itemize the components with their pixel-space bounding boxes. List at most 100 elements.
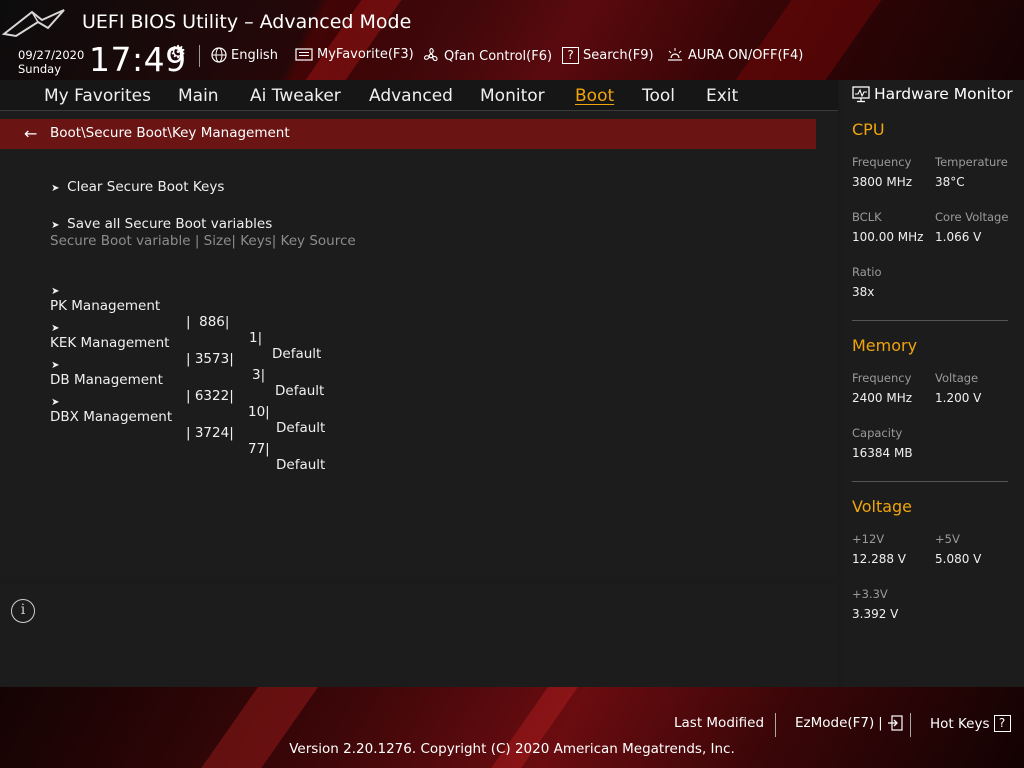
- row-source: Default: [276, 420, 326, 436]
- header-divider: [199, 45, 200, 67]
- header-decoration: [721, 0, 889, 80]
- tab-tool[interactable]: Tool: [642, 86, 675, 106]
- core-voltage-value: 1.066 V: [935, 230, 982, 244]
- cpu-frequency-label: Frequency: [852, 155, 912, 169]
- tab-advanced[interactable]: Advanced: [369, 86, 453, 106]
- breadcrumb-path: Boot\Secure Boot\Key Management: [50, 125, 290, 141]
- fan-icon: [423, 48, 438, 62]
- v5-label: +5V: [935, 532, 960, 546]
- footer-divider: [910, 713, 911, 737]
- main-content-panel: ← Boot\Secure Boot\Key Management ➤ Clear…: [0, 111, 837, 577]
- myfavorite-label: MyFavorite(F3): [317, 47, 414, 62]
- separator-bar: |: [878, 715, 883, 731]
- submenu-arrow-icon: ➤: [51, 397, 60, 408]
- submenu-arrow-icon: ➤: [51, 323, 60, 334]
- favorite-list-icon: [295, 47, 313, 61]
- cpu-frequency-value: 3800 MHz: [852, 175, 913, 189]
- memory-heading: Memory: [852, 336, 918, 355]
- core-voltage-label: Core Voltage: [935, 210, 1009, 224]
- app-title: UEFI BIOS Utility – Advanced Mode: [82, 11, 412, 33]
- tab-exit[interactable]: Exit: [706, 86, 738, 106]
- top-header: UEFI BIOS Utility – Advanced Mode 09/27/…: [0, 0, 1024, 80]
- bclk-value: 100.00 MHz: [852, 230, 924, 244]
- v33-label: +3.3V: [852, 587, 888, 601]
- v12-label: +12V: [852, 532, 885, 546]
- hardware-monitor-title: Hardware Monitor: [852, 85, 1013, 103]
- bottom-footer: Last Modified EzMode(F7) | Hot Keys ? Ve…: [0, 687, 1024, 768]
- hot-keys-label: Hot Keys: [930, 715, 990, 732]
- info-icon: i: [11, 599, 35, 623]
- main-nav-tabs: My Favorites Main Ai Tweaker Advanced Mo…: [0, 80, 838, 111]
- date-display: 09/27/2020: [18, 48, 85, 62]
- aura-light-icon: [668, 48, 682, 61]
- hot-keys-button[interactable]: Hot Keys ?: [930, 715, 1011, 732]
- qfan-label: Qfan Control(F6): [444, 48, 553, 64]
- row-keys: 10|: [248, 404, 270, 420]
- memory-capacity-value: 16384 MB: [852, 446, 913, 460]
- v5-value: 5.080 V: [935, 552, 982, 566]
- v12-value: 12.288 V: [852, 552, 907, 566]
- monitor-icon: [852, 85, 870, 102]
- voltage-heading: Voltage: [852, 497, 913, 516]
- row-source: Default: [276, 457, 326, 473]
- menu-item-label: Save all Secure Boot variables: [67, 216, 273, 232]
- ratio-value: 38x: [852, 285, 875, 299]
- row-keys: 77|: [248, 441, 270, 457]
- rog-logo-icon: [2, 9, 65, 38]
- row-name: DBX Management: [50, 409, 173, 425]
- aura-label: AURA ON/OFF(F4): [688, 47, 804, 63]
- globe-icon: [211, 47, 227, 63]
- v33-value: 3.392 V: [852, 607, 899, 621]
- kek-management-row[interactable]: ➤ KEK Management | 3573| 3| Default: [34, 303, 454, 399]
- language-label: English: [231, 47, 278, 63]
- help-description-panel: i: [0, 584, 837, 687]
- row-size: | 3724|: [186, 425, 234, 441]
- db-management-row[interactable]: ➤ DB Management | 6322| 10| Default: [34, 340, 454, 436]
- language-button[interactable]: English: [211, 47, 278, 63]
- search-help-icon: ?: [562, 47, 579, 64]
- section-divider: [852, 320, 1008, 321]
- settings-gear-icon[interactable]: ⚙: [170, 42, 186, 63]
- aura-toggle-button[interactable]: AURA ON/OFF(F4): [666, 47, 803, 63]
- day-display: Sunday: [18, 62, 62, 76]
- tab-monitor[interactable]: Monitor: [480, 86, 545, 106]
- back-arrow-icon[interactable]: ←: [24, 124, 37, 143]
- bclk-label: BCLK: [852, 210, 882, 224]
- dbx-management-row[interactable]: ➤ DBX Management | 3724| 77| Default: [34, 377, 454, 473]
- submenu-arrow-icon: ➤: [51, 360, 60, 371]
- hardware-monitor-panel: Hardware Monitor CPU Frequency Temperatu…: [844, 80, 1024, 687]
- exit-to-ezmode-icon: [887, 715, 903, 731]
- submenu-arrow-icon: ➤: [51, 220, 60, 231]
- section-divider: [852, 481, 1008, 482]
- submenu-arrow-icon: ➤: [51, 286, 60, 297]
- ezmode-label: EzMode(F7): [795, 715, 875, 731]
- cpu-heading: CPU: [852, 120, 885, 139]
- tab-my-favorites[interactable]: My Favorites: [44, 86, 151, 106]
- last-modified-label: Last Modified: [674, 715, 765, 731]
- hardware-monitor-label: Hardware Monitor: [874, 85, 1013, 103]
- tab-boot[interactable]: Boot: [575, 86, 614, 106]
- breadcrumb[interactable]: ← Boot\Secure Boot\Key Management: [0, 119, 816, 149]
- memory-frequency-value: 2400 MHz: [852, 391, 913, 405]
- menu-item-label: Clear Secure Boot Keys: [67, 179, 225, 195]
- memory-voltage-label: Voltage: [935, 371, 979, 385]
- pk-management-row[interactable]: ➤ PK Management | 886| 1| Default: [34, 266, 454, 362]
- search-button[interactable]: ? Search(F9): [562, 47, 654, 64]
- tab-ai-tweaker[interactable]: Ai Tweaker: [250, 86, 341, 106]
- cpu-temperature-value: 38°C: [935, 175, 965, 189]
- memory-frequency-label: Frequency: [852, 371, 912, 385]
- submenu-arrow-icon: ➤: [51, 183, 60, 194]
- ezmode-button[interactable]: EzMode(F7) |: [795, 715, 903, 731]
- qfan-control-button[interactable]: Qfan Control(F6): [422, 47, 552, 65]
- cpu-temperature-label: Temperature: [935, 155, 1008, 169]
- help-key-icon: ?: [993, 715, 1011, 732]
- table-header: Secure Boot variable | Size| Keys| Key S…: [50, 233, 356, 249]
- version-copyright: Version 2.20.1276. Copyright (C) 2020 Am…: [289, 741, 735, 757]
- footer-divider: [775, 713, 776, 737]
- memory-capacity-label: Capacity: [852, 426, 903, 440]
- last-modified-button[interactable]: Last Modified: [674, 715, 764, 731]
- ratio-label: Ratio: [852, 265, 882, 279]
- myfavorite-button[interactable]: MyFavorite(F3): [295, 47, 414, 62]
- tab-main[interactable]: Main: [178, 86, 219, 106]
- search-label: Search(F9): [583, 48, 654, 63]
